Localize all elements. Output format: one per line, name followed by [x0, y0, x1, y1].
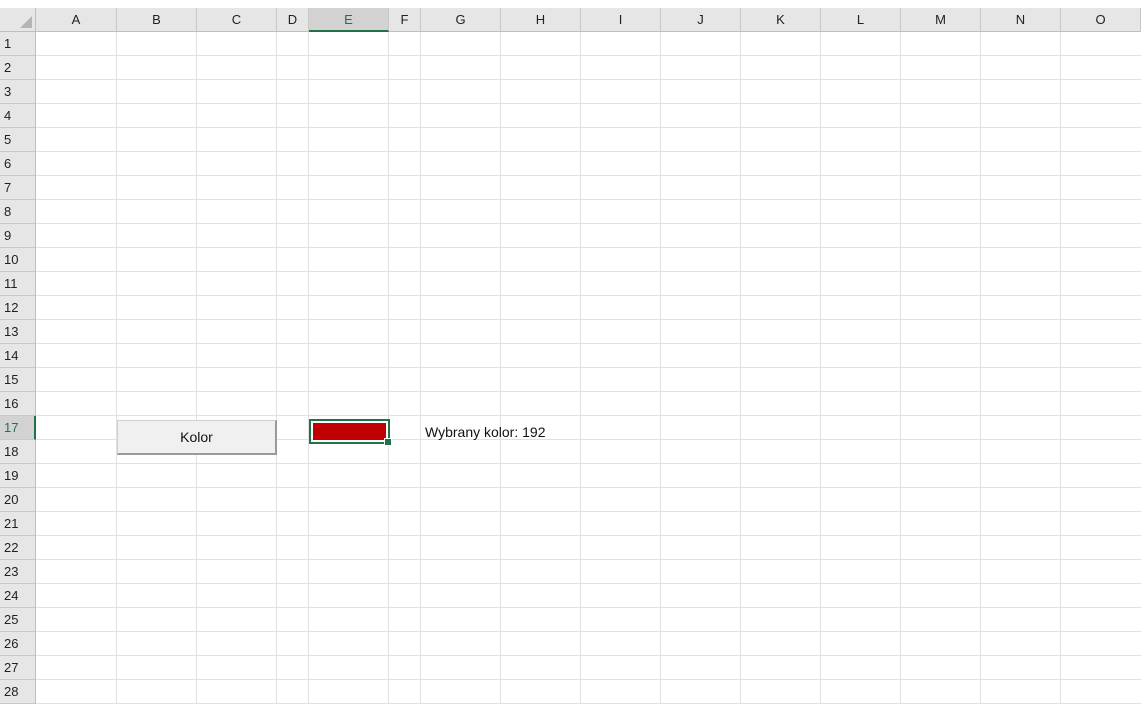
row-gridline: [36, 127, 1141, 128]
column-gridline: [308, 32, 309, 704]
column-gridline: [116, 32, 117, 704]
row-header-22[interactable]: 22: [0, 536, 36, 560]
column-header-o[interactable]: O: [1061, 8, 1141, 32]
column-header-f[interactable]: F: [389, 8, 421, 32]
row-header-11[interactable]: 11: [0, 272, 36, 296]
spreadsheet-grid[interactable]: ABCDEFGHIJKLMNO 1 2 3 4 5 6 7 8 9 10 11 12 13 14 15 16 1…: [0, 0, 1141, 704]
row-gridline: [36, 295, 1141, 296]
row-gridline: [36, 367, 1141, 368]
row-gridline: [36, 271, 1141, 272]
row-header-16[interactable]: 16: [0, 392, 36, 416]
row-gridline: [36, 415, 1141, 416]
row-gridline: [36, 103, 1141, 104]
column-gridline: [820, 32, 821, 704]
column-header-e[interactable]: E: [309, 8, 389, 32]
column-gridline: [196, 32, 197, 704]
result-cell-g17: Wybrany kolor: 192: [425, 424, 546, 440]
select-all-triangle-icon: [20, 16, 32, 28]
row-header-19[interactable]: 19: [0, 464, 36, 488]
row-gridline: [36, 463, 1141, 464]
kolor-button[interactable]: Kolor: [117, 420, 277, 455]
row-header-12[interactable]: 12: [0, 296, 36, 320]
column-header-j[interactable]: J: [661, 8, 741, 32]
column-header-a[interactable]: A: [36, 8, 117, 32]
column-header-n[interactable]: N: [981, 8, 1061, 32]
column-gridline: [1060, 32, 1061, 704]
row-gridline: [36, 511, 1141, 512]
row-gridline: [36, 199, 1141, 200]
row-header-6[interactable]: 6: [0, 152, 36, 176]
row-header-17[interactable]: 17: [0, 416, 36, 440]
column-gridline: [900, 32, 901, 704]
column-gridline: [420, 32, 421, 704]
column-header-m[interactable]: M: [901, 8, 981, 32]
row-header-23[interactable]: 23: [0, 560, 36, 584]
row-header-14[interactable]: 14: [0, 344, 36, 368]
row-header-20[interactable]: 20: [0, 488, 36, 512]
selected-cell-e17[interactable]: [309, 419, 392, 446]
row-header-7[interactable]: 7: [0, 176, 36, 200]
row-gridline: [36, 151, 1141, 152]
row-gridline: [36, 631, 1141, 632]
row-gridline: [36, 487, 1141, 488]
row-header-25[interactable]: 25: [0, 608, 36, 632]
row-gridline: [36, 607, 1141, 608]
row-gridline: [36, 55, 1141, 56]
row-header-4[interactable]: 4: [0, 104, 36, 128]
column-gridline: [580, 32, 581, 704]
column-gridline: [500, 32, 501, 704]
column-gridline: [740, 32, 741, 704]
column-gridline: [660, 32, 661, 704]
column-gridline: [980, 32, 981, 704]
row-gridline: [36, 535, 1141, 536]
row-gridline: [36, 319, 1141, 320]
row-header-3[interactable]: 3: [0, 80, 36, 104]
row-gridline: [36, 223, 1141, 224]
row-header-2[interactable]: 2: [0, 56, 36, 80]
fill-handle[interactable]: [384, 438, 392, 446]
row-gridline: [36, 247, 1141, 248]
row-header-21[interactable]: 21: [0, 512, 36, 536]
column-gridline: [388, 32, 389, 704]
cell-color-fill: [313, 423, 386, 440]
column-header-b[interactable]: B: [117, 8, 197, 32]
column-header-k[interactable]: K: [741, 8, 821, 32]
row-gridline: [36, 583, 1141, 584]
row-header-10[interactable]: 10: [0, 248, 36, 272]
row-gridline: [36, 391, 1141, 392]
column-header-c[interactable]: C: [197, 8, 277, 32]
row-gridline: [36, 175, 1141, 176]
row-gridline: [36, 655, 1141, 656]
column-header-d[interactable]: D: [277, 8, 309, 32]
row-gridline: [36, 559, 1141, 560]
row-header-8[interactable]: 8: [0, 200, 36, 224]
column-header-l[interactable]: L: [821, 8, 901, 32]
select-all-corner[interactable]: [0, 8, 36, 32]
row-header-26[interactable]: 26: [0, 632, 36, 656]
row-header-13[interactable]: 13: [0, 320, 36, 344]
row-header-1[interactable]: 1: [0, 32, 36, 56]
row-header-18[interactable]: 18: [0, 440, 36, 464]
column-header-h[interactable]: H: [501, 8, 581, 32]
row-gridline: [36, 79, 1141, 80]
column-header-g[interactable]: G: [421, 8, 501, 32]
column-header-i[interactable]: I: [581, 8, 661, 32]
row-header-27[interactable]: 27: [0, 656, 36, 680]
column-gridline: [276, 32, 277, 704]
row-gridline: [36, 343, 1141, 344]
row-header-28[interactable]: 28: [0, 680, 36, 704]
row-header-24[interactable]: 24: [0, 584, 36, 608]
row-gridline: [36, 679, 1141, 680]
row-header-5[interactable]: 5: [0, 128, 36, 152]
row-header-9[interactable]: 9: [0, 224, 36, 248]
row-header-15[interactable]: 15: [0, 368, 36, 392]
